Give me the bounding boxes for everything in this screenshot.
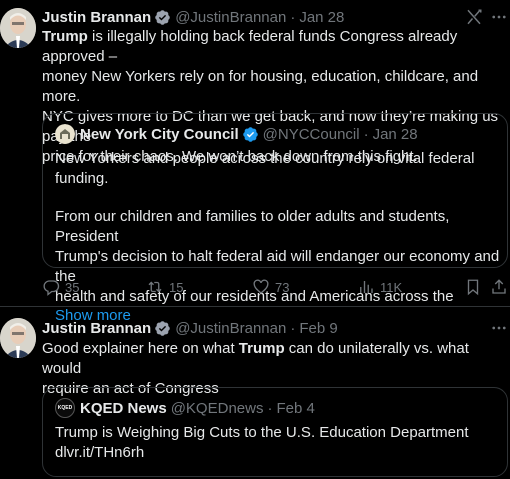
like-icon bbox=[252, 278, 275, 296]
quote-author-name[interactable]: New York City Council bbox=[80, 126, 239, 143]
text-line: Good explainer here on what bbox=[42, 340, 239, 357]
tweet-actions: 35 15 73 11K bbox=[42, 277, 508, 297]
bookmark-button[interactable] bbox=[464, 277, 487, 297]
share-button[interactable] bbox=[490, 277, 510, 297]
tweet-date[interactable]: Jan 28 bbox=[299, 9, 344, 26]
quote-avatar-text: KQED bbox=[57, 405, 73, 411]
author-name[interactable]: Justin Brannan bbox=[42, 320, 151, 337]
quote-header: New York City Council @NYCCouncil · Jan … bbox=[55, 124, 418, 144]
bold-text: Trump bbox=[42, 28, 88, 45]
tweet-date[interactable]: Feb 9 bbox=[299, 320, 337, 337]
quote-avatar[interactable]: KQED bbox=[55, 398, 75, 418]
like-button[interactable]: 73 bbox=[252, 277, 289, 297]
repost-icon bbox=[146, 278, 169, 296]
quote-text: Trump is Weighing Big Cuts to the U.S. E… bbox=[55, 423, 503, 463]
text-line: money New Yorkers rely on for housing, e… bbox=[42, 68, 479, 105]
views-count: 11K bbox=[380, 279, 403, 295]
avatar[interactable] bbox=[0, 318, 36, 358]
avatar[interactable] bbox=[0, 8, 36, 48]
quote-author-name[interactable]: KQED News bbox=[80, 400, 167, 417]
views-icon bbox=[357, 278, 380, 296]
tweet-header: Justin Brannan @JustinBrannan · Feb 9 bbox=[42, 318, 338, 338]
tweet[interactable]: Justin Brannan @JustinBrannan · Feb 9 Go… bbox=[0, 308, 510, 479]
text-line: Trump is Weighing Big Cuts to the U.S. E… bbox=[55, 424, 469, 441]
quote-author-handle[interactable]: @NYCCouncil bbox=[263, 126, 360, 143]
quote-text: New Yorkers and people across the countr… bbox=[55, 149, 503, 326]
reply-count: 35 bbox=[65, 279, 80, 295]
bold-text: Trump bbox=[238, 340, 285, 357]
more-icon[interactable] bbox=[490, 319, 508, 337]
author-name[interactable]: Justin Brannan bbox=[42, 9, 151, 26]
quote-author-handle[interactable]: @KQEDnews bbox=[171, 400, 264, 417]
quote-date[interactable]: Jan 28 bbox=[373, 126, 418, 143]
repost-button[interactable]: 15 bbox=[146, 277, 183, 297]
author-handle[interactable]: @JustinBrannan bbox=[175, 320, 286, 337]
like-count: 73 bbox=[275, 279, 290, 295]
more-icon[interactable] bbox=[490, 8, 508, 26]
tweet-header: Justin Brannan @JustinBrannan · Jan 28 bbox=[42, 7, 344, 27]
verified-badge-icon bbox=[154, 320, 171, 337]
quote-avatar[interactable] bbox=[55, 124, 75, 144]
author-handle[interactable]: @JustinBrannan bbox=[175, 9, 286, 26]
quoted-tweet[interactable]: KQED KQED News @KQEDnews · Feb 4 Trump i… bbox=[42, 387, 508, 477]
separator: · bbox=[267, 399, 273, 417]
tweet[interactable]: Justin Brannan @JustinBrannan · Jan 28 T… bbox=[0, 0, 510, 324]
bookmark-icon bbox=[464, 278, 487, 296]
text-line: is illegally holding back federal funds … bbox=[42, 28, 458, 65]
reply-icon bbox=[42, 278, 65, 296]
quoted-tweet[interactable]: New York City Council @NYCCouncil · Jan … bbox=[42, 113, 508, 324]
text-line: New Yorkers and people across the countr… bbox=[55, 150, 475, 187]
quote-link[interactable]: dlvr.it/THn6rh bbox=[55, 443, 503, 463]
verified-badge-icon bbox=[242, 126, 259, 143]
text-line: From our children and families to older … bbox=[55, 208, 450, 245]
grok-icon[interactable] bbox=[465, 8, 483, 26]
share-icon bbox=[490, 278, 510, 296]
reply-button[interactable]: 35 bbox=[42, 277, 79, 297]
verified-badge-icon bbox=[154, 9, 171, 26]
views-button[interactable]: 11K bbox=[357, 277, 402, 297]
quote-date[interactable]: Feb 4 bbox=[276, 400, 314, 417]
repost-count: 15 bbox=[169, 279, 184, 295]
separator: · bbox=[290, 8, 296, 26]
separator: · bbox=[363, 125, 369, 143]
separator: · bbox=[290, 319, 296, 337]
quote-header: KQED KQED News @KQEDnews · Feb 4 bbox=[55, 398, 315, 418]
